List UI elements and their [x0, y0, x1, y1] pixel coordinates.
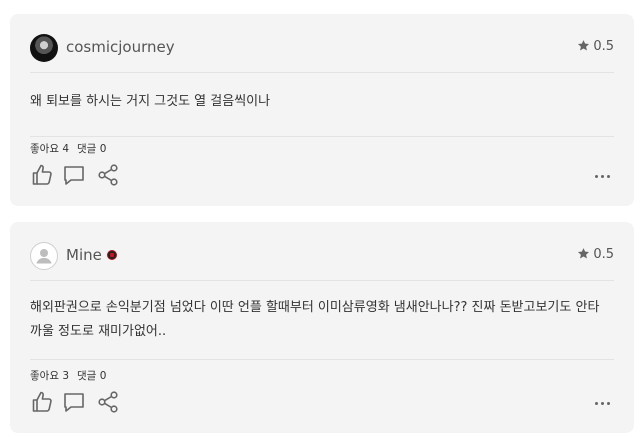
like-button[interactable] [30, 390, 54, 414]
username[interactable]: cosmicjourney [66, 38, 175, 56]
divider [30, 359, 614, 360]
share-button[interactable] [96, 163, 120, 187]
review-counts: 좋아요 3 댓글 0 [30, 368, 106, 383]
review-card: cosmicjourney 0.5 왜 퇴보를 하시는 거지 그것도 열 걸음씩… [10, 14, 634, 206]
likes-label: 좋아요 [30, 143, 59, 155]
like-button[interactable] [30, 163, 54, 187]
user-badge-icon [106, 250, 117, 260]
review-header: Mine 0.5 [30, 242, 614, 270]
review-card: Mine 0.5 해외판권으로 손익분기점 넘었다 이딴 언플 할때부터 이미삼… [10, 222, 634, 433]
comments-count: 0 [99, 143, 107, 155]
more-options-icon[interactable] [594, 174, 612, 180]
comment-icon [64, 393, 84, 412]
review-text: 해외판권으로 손익분기점 넘었다 이딴 언플 할때부터 이미삼류영화 냄새안나나… [30, 300, 600, 339]
comment-icon [64, 166, 84, 185]
username-text: Mine [66, 246, 102, 264]
review-text: 왜 퇴보를 하시는 거지 그것도 열 걸음씩이나 [30, 94, 271, 109]
likes-count: 3 [62, 370, 70, 382]
rating-value: 0.5 [593, 39, 614, 54]
comment-button[interactable] [62, 390, 86, 414]
share-icon [98, 164, 118, 186]
divider [30, 72, 614, 73]
likes-label: 좋아요 [30, 370, 59, 382]
likes-count: 4 [62, 143, 70, 155]
comments-label: 댓글 [77, 370, 97, 382]
rating-value: 0.5 [593, 247, 614, 262]
review-header: cosmicjourney 0.5 [30, 34, 614, 62]
default-user-icon [36, 249, 52, 264]
avatar[interactable] [30, 242, 58, 270]
comments-label: 댓글 [77, 143, 97, 155]
share-button[interactable] [96, 390, 120, 414]
thumbs-up-icon [32, 391, 52, 412]
comments-count: 0 [99, 370, 107, 382]
share-icon [98, 391, 118, 413]
thumbs-up-icon [32, 164, 52, 185]
rating: 0.5 [577, 39, 614, 56]
username[interactable]: Mine [66, 246, 117, 264]
more-options-icon[interactable] [594, 401, 612, 407]
star-icon [577, 247, 590, 264]
comment-button[interactable] [62, 163, 86, 187]
avatar[interactable] [30, 34, 58, 62]
divider [30, 136, 614, 137]
star-icon [577, 39, 590, 56]
rating: 0.5 [577, 247, 614, 264]
divider [30, 280, 614, 281]
review-counts: 좋아요 4 댓글 0 [30, 141, 106, 156]
